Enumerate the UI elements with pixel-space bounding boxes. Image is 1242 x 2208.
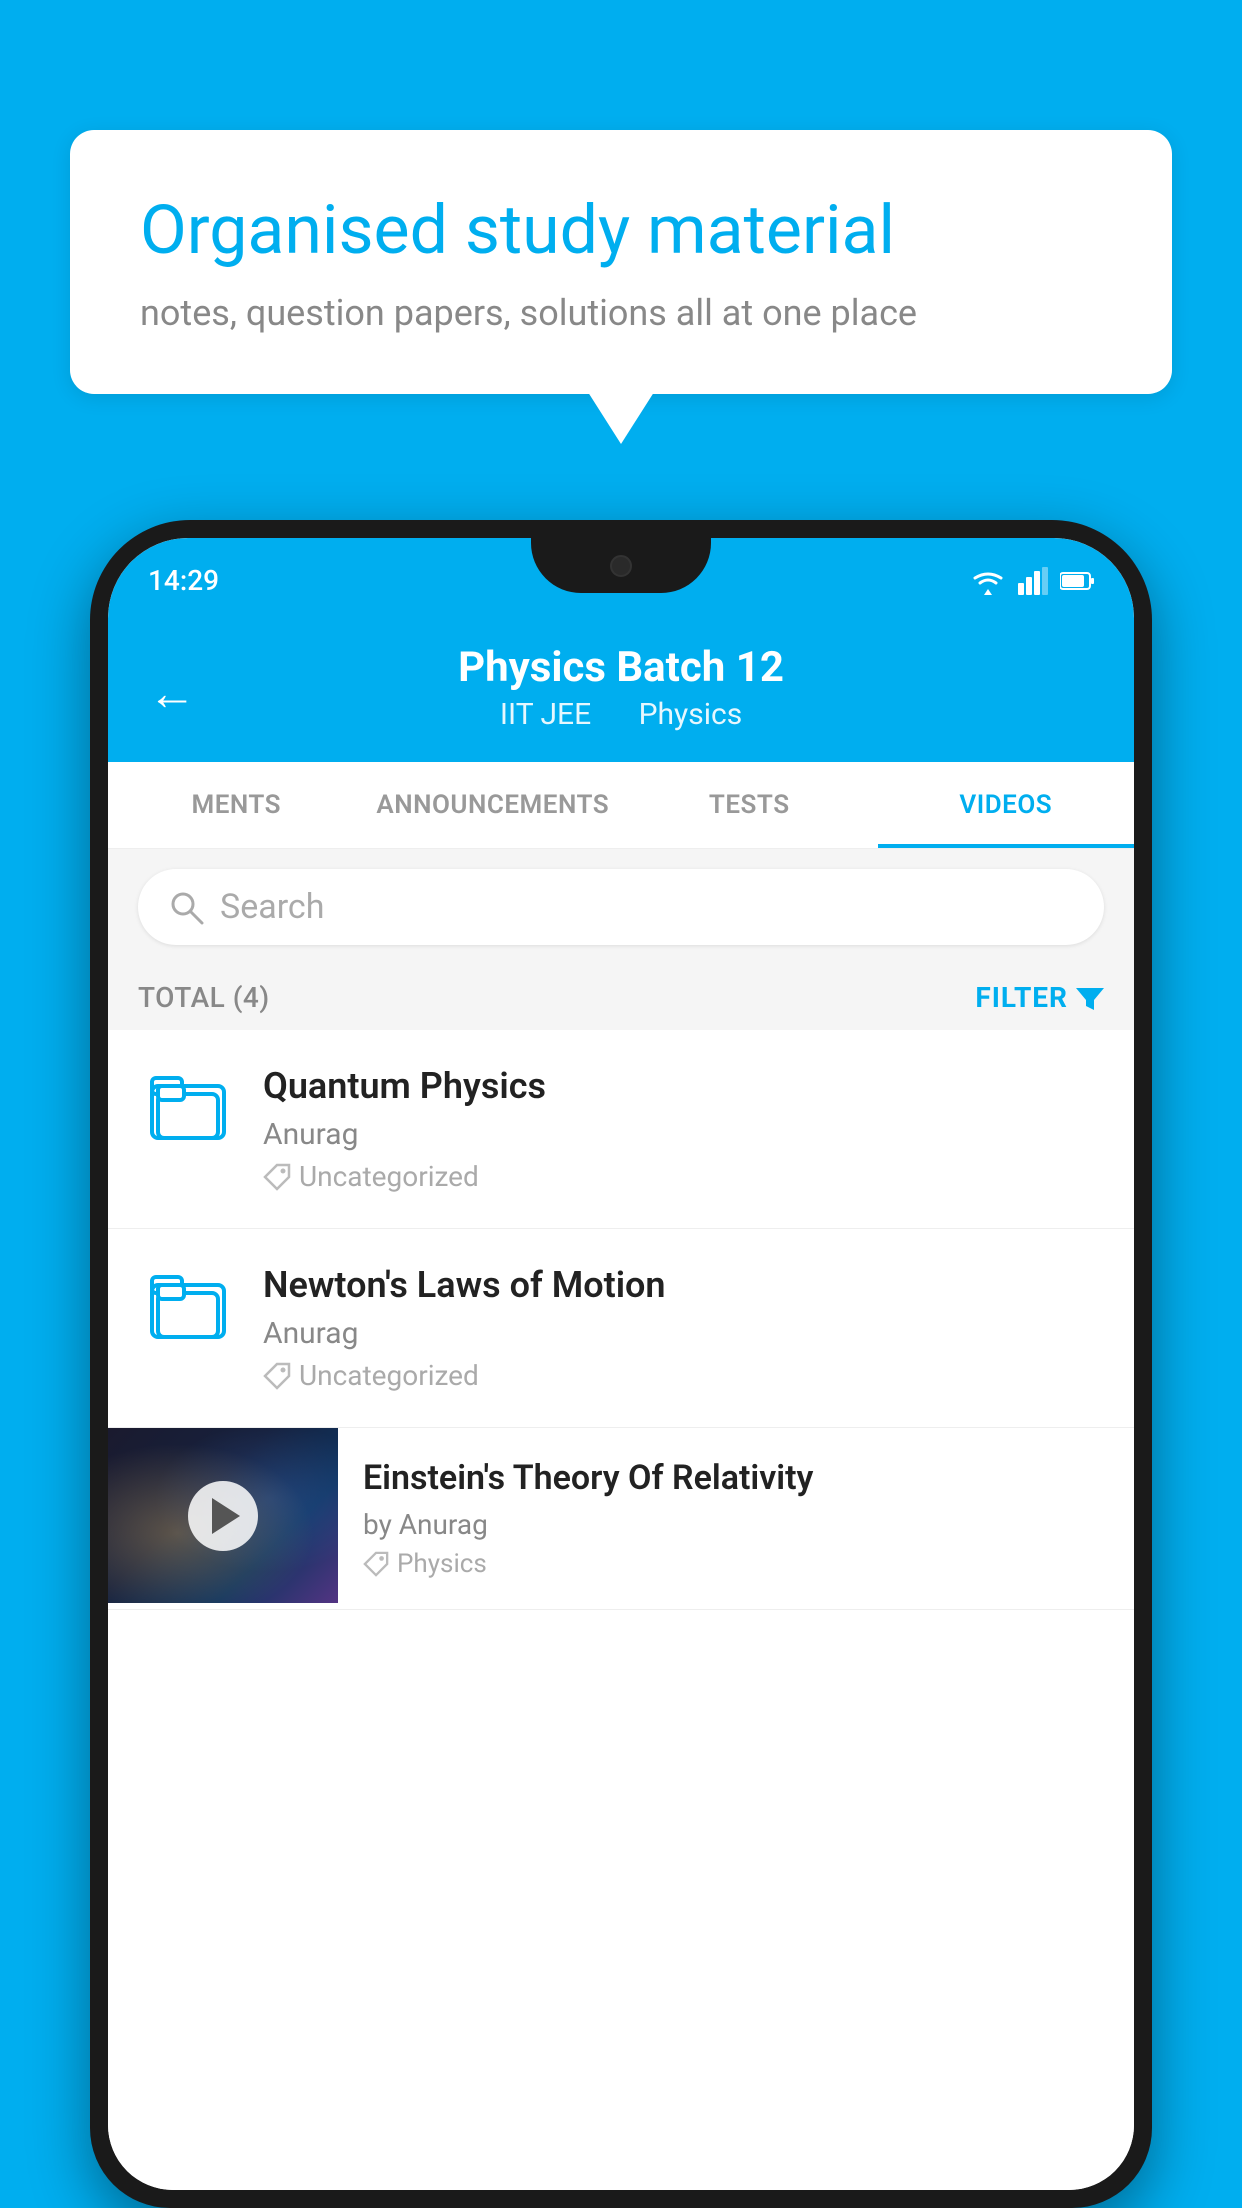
tab-announcements[interactable]: ANNOUNCEMENTS: [365, 762, 622, 848]
folder-icon: [148, 1269, 228, 1341]
folder-icon-wrap: [138, 1065, 238, 1142]
folder-icon: [148, 1070, 228, 1142]
tag-icon: [263, 1163, 291, 1191]
tag-icon: [263, 1362, 291, 1390]
tab-videos[interactable]: VIDEOS: [878, 762, 1135, 848]
battery-icon: [1060, 571, 1094, 591]
play-triangle-icon: [212, 1498, 240, 1534]
tabs-bar: MENTS ANNOUNCEMENTS TESTS VIDEOS: [108, 762, 1134, 849]
tab-ments[interactable]: MENTS: [108, 762, 365, 848]
search-icon: [168, 889, 204, 925]
video-tag-label: Uncategorized: [299, 1359, 479, 1392]
header-title: Physics Batch 12: [148, 643, 1094, 692]
list-item[interactable]: Quantum Physics Anurag Uncategorized: [108, 1030, 1134, 1229]
video-tag: Uncategorized: [263, 1160, 1104, 1193]
wifi-icon: [970, 567, 1006, 595]
play-button[interactable]: [188, 1481, 258, 1551]
tab-tests[interactable]: TESTS: [621, 762, 878, 848]
video-title: Quantum Physics: [263, 1065, 1104, 1107]
header-subtitle-part1: IIT JEE: [500, 697, 591, 732]
video-author: Anurag: [263, 1316, 1104, 1351]
speech-bubble-wrapper: Organised study material notes, question…: [70, 130, 1172, 394]
status-bar: 14:29: [108, 538, 1134, 623]
video-author: by Anurag: [363, 1508, 1109, 1541]
header-subtitle-part2: Physics: [639, 697, 743, 732]
list-item[interactable]: Einstein's Theory Of Relativity by Anura…: [108, 1428, 1134, 1610]
signal-icon: [1018, 567, 1048, 595]
list-item[interactable]: Newton's Laws of Motion Anurag Uncategor…: [108, 1229, 1134, 1428]
status-time: 14:29: [148, 564, 219, 597]
video-info: Einstein's Theory Of Relativity by Anura…: [338, 1428, 1134, 1609]
search-placeholder: Search: [220, 887, 324, 927]
video-tag-label: Physics: [397, 1549, 487, 1579]
speech-bubble: Organised study material notes, question…: [70, 130, 1172, 394]
filter-button[interactable]: FILTER: [975, 981, 1104, 1014]
bubble-subtitle: notes, question papers, solutions all at…: [140, 292, 1102, 334]
video-info: Quantum Physics Anurag Uncategorized: [263, 1065, 1104, 1193]
filter-icon: [1076, 984, 1104, 1012]
video-tag: Uncategorized: [263, 1359, 1104, 1392]
video-list: Quantum Physics Anurag Uncategorized: [108, 1030, 1134, 2190]
search-bar-wrap: Search: [108, 849, 1134, 965]
search-bar[interactable]: Search: [138, 869, 1104, 945]
video-info: Newton's Laws of Motion Anurag Uncategor…: [263, 1264, 1104, 1392]
filter-bar: TOTAL (4) FILTER: [108, 965, 1134, 1030]
video-tag: Physics: [363, 1549, 1109, 1579]
back-button[interactable]: ←: [148, 664, 196, 721]
phone-frame: 14:29: [90, 520, 1152, 2208]
video-tag-label: Uncategorized: [299, 1160, 479, 1193]
header-subtitle: IIT JEE Physics: [148, 697, 1094, 732]
bubble-title: Organised study material: [140, 190, 1102, 272]
app-header: ← Physics Batch 12 IIT JEE Physics: [108, 623, 1134, 762]
notch-cutout: [531, 538, 711, 593]
status-icons: [970, 567, 1094, 595]
total-count: TOTAL (4): [138, 981, 270, 1014]
video-title: Einstein's Theory Of Relativity: [363, 1458, 1109, 1498]
tag-icon: [363, 1551, 389, 1577]
video-author: Anurag: [263, 1117, 1104, 1152]
video-title: Newton's Laws of Motion: [263, 1264, 1104, 1306]
phone-screen: 14:29: [108, 538, 1134, 2190]
video-thumbnail: [108, 1428, 338, 1603]
folder-icon-wrap: [138, 1264, 238, 1341]
camera-dot: [610, 555, 632, 577]
filter-label: FILTER: [975, 981, 1068, 1014]
